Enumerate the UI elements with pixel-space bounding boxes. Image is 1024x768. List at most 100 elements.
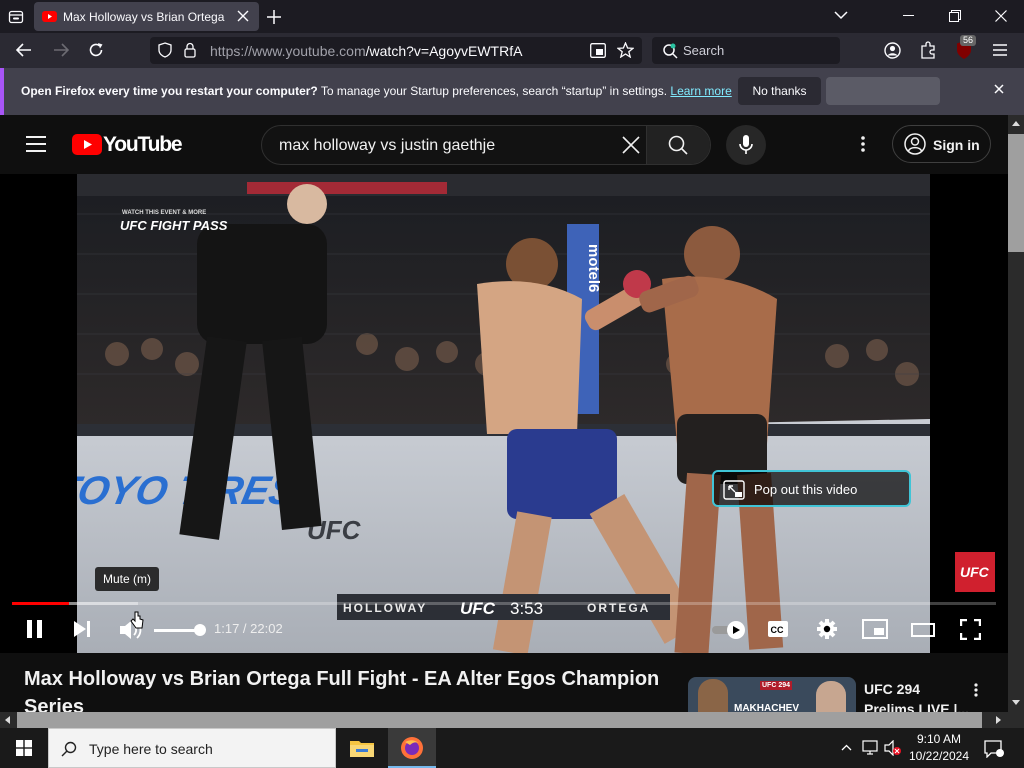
horizontal-scroll-thumb[interactable] xyxy=(17,712,982,728)
file-explorer-icon[interactable] xyxy=(350,738,374,758)
horizontal-scrollbar[interactable] xyxy=(0,712,1008,728)
reload-icon[interactable] xyxy=(88,42,104,58)
scroll-up-arrow-icon[interactable] xyxy=(1012,121,1020,126)
youtube-logo-text: YouTube xyxy=(103,133,183,156)
firefox-view-icon[interactable] xyxy=(8,9,24,25)
taskbar-date: 10/22/2024 xyxy=(908,749,970,763)
notifications-icon[interactable] xyxy=(984,740,1004,758)
settings-button[interactable] xyxy=(816,618,838,640)
picture-in-picture-icon[interactable] xyxy=(590,43,606,58)
recommended-more-icon[interactable] xyxy=(974,683,978,697)
search-bar[interactable]: Search xyxy=(652,37,840,64)
app-menu-hamburger-icon[interactable] xyxy=(993,44,1007,56)
miniplayer-button[interactable] xyxy=(862,619,888,639)
guide-menu-icon[interactable] xyxy=(26,136,46,152)
scorebug: HOLLOWAY UFC 3:53 ORTEGA xyxy=(337,594,670,620)
next-video-button[interactable] xyxy=(73,620,91,638)
taskbar-search-placeholder: Type here to search xyxy=(89,741,213,757)
vertical-scroll-thumb[interactable] xyxy=(1008,134,1024,252)
ublock-badge-count: 56 xyxy=(960,35,977,46)
next-icon xyxy=(74,621,90,637)
startup-notification-bar: Open Firefox every time you restart your… xyxy=(0,68,1024,115)
youtube-search-button[interactable] xyxy=(646,126,710,164)
windows-start-icon[interactable] xyxy=(16,740,32,756)
tab-youtube[interactable]: Max Holloway vs Brian Ortega Full Fight … xyxy=(34,2,259,31)
pop-out-video-button[interactable]: Pop out this video xyxy=(712,470,911,507)
scrollbar-corner xyxy=(1008,712,1024,728)
scroll-down-arrow-icon[interactable] xyxy=(1012,700,1020,705)
list-all-tabs-icon[interactable] xyxy=(834,11,848,20)
clear-search-icon[interactable] xyxy=(622,136,640,154)
fightpass-watermark-small: WATCH THIS EVENT & MORE xyxy=(122,210,206,216)
youtube-search-input[interactable]: max holloway vs justin gaethje xyxy=(279,137,495,155)
ublock-icon[interactable]: 56 xyxy=(955,35,977,60)
recommended-thumb-badge: UFC 294 xyxy=(760,681,793,690)
extensions-puzzle-icon[interactable] xyxy=(920,41,937,59)
volume-slider-knob[interactable] xyxy=(194,624,206,636)
account-icon[interactable] xyxy=(884,42,901,59)
volume-muted-icon[interactable] xyxy=(884,740,902,756)
recommended-thumb-text: MAKHACHEV xyxy=(734,703,799,712)
youtube-header: YouTube max holloway vs justin gaethje S… xyxy=(0,115,1008,174)
fightpass-watermark: UFC FIGHT PASS xyxy=(120,218,228,233)
tab-bar: Max Holloway vs Brian Ortega Full Fight … xyxy=(0,0,1024,33)
sign-in-button[interactable]: Sign in xyxy=(892,125,991,163)
scroll-left-arrow-icon[interactable] xyxy=(5,716,10,724)
vertical-scrollbar[interactable] xyxy=(1008,115,1024,712)
firefox-taskbar-button[interactable] xyxy=(388,728,436,768)
settings-kebab-icon[interactable] xyxy=(861,136,865,152)
video-player[interactable]: motel6 TOYO TIRES UFC WATCH THIS EVENT &… xyxy=(0,174,1008,653)
address-bar[interactable]: https://www.youtube.com/watch?v=AgoyvEWT… xyxy=(150,37,642,64)
windows-taskbar: Type here to search 9:10 AM 10/22/2024 xyxy=(0,728,1024,768)
youtube-favicon-icon xyxy=(42,10,57,23)
minimize-icon[interactable] xyxy=(903,15,914,17)
recommended-thumbnail[interactable]: UFC 294 MAKHACHEV xyxy=(688,677,856,712)
ufc-corner-logo: UFC xyxy=(955,552,995,592)
video-scene: motel6 TOYO TIRES UFC WATCH THIS EVENT &… xyxy=(77,174,930,653)
closed-captions-icon: CC xyxy=(768,621,788,637)
notification-message: Open Firefox every time you restart your… xyxy=(21,84,732,98)
recommended-video[interactable]: UFC 294 MAKHACHEV UFC 294 Prelims LIVE |… xyxy=(688,677,988,712)
forward-icon[interactable] xyxy=(53,43,69,57)
close-notification-icon[interactable] xyxy=(994,84,1004,94)
youtube-page: YouTube max holloway vs justin gaethje S… xyxy=(0,115,1008,712)
network-icon[interactable] xyxy=(862,740,880,756)
close-tab-icon[interactable] xyxy=(237,10,249,22)
learn-more-link[interactable]: Learn more xyxy=(670,84,731,98)
search-bar-placeholder: Search xyxy=(683,43,725,58)
motel6-post-text: motel6 xyxy=(585,244,602,292)
autoplay-toggle[interactable] xyxy=(712,620,748,640)
search-engine-icon xyxy=(662,43,678,59)
url-text[interactable]: https://www.youtube.com/watch?v=AgoyvEWT… xyxy=(210,43,522,59)
pause-button[interactable] xyxy=(26,619,44,639)
no-thanks-button[interactable]: No thanks xyxy=(738,77,821,105)
tracking-protection-shield-icon[interactable] xyxy=(158,42,172,58)
voice-search-button[interactable] xyxy=(726,125,766,165)
theater-mode-button[interactable] xyxy=(911,623,935,637)
show-hidden-icons-chevron-icon[interactable] xyxy=(841,744,852,751)
taskbar-search-box[interactable]: Type here to search xyxy=(48,728,336,768)
fullscreen-icon xyxy=(960,619,981,640)
subtitles-button[interactable]: CC xyxy=(767,620,789,638)
close-window-icon[interactable] xyxy=(995,10,1007,22)
youtube-search-box[interactable]: max holloway vs justin gaethje xyxy=(261,125,711,165)
recommended-title[interactable]: UFC 294 Prelims LIVE |... xyxy=(864,679,974,712)
restore-icon[interactable] xyxy=(949,10,961,22)
taskbar-clock[interactable]: 9:10 AM 10/22/2024 xyxy=(905,731,973,765)
youtube-logo-icon xyxy=(72,134,102,155)
new-tab-icon[interactable] xyxy=(267,10,281,24)
progress-bar[interactable] xyxy=(12,602,996,605)
theater-mode-icon xyxy=(911,623,935,637)
back-icon[interactable] xyxy=(16,43,32,57)
video-frame[interactable]: motel6 TOYO TIRES UFC WATCH THIS EVENT &… xyxy=(77,174,930,653)
tab-title: Max Holloway vs Brian Ortega Full Fight … xyxy=(63,10,228,24)
lock-icon[interactable] xyxy=(184,42,196,58)
sign-in-label: Sign in xyxy=(933,137,980,153)
scroll-right-arrow-icon[interactable] xyxy=(996,716,1001,724)
bookmark-star-icon[interactable] xyxy=(617,42,634,58)
microphone-icon xyxy=(739,135,753,154)
firefox-icon xyxy=(401,737,423,759)
open-on-startup-button[interactable] xyxy=(826,77,940,105)
fullscreen-button[interactable] xyxy=(960,619,981,640)
volume-slider[interactable] xyxy=(154,624,206,636)
